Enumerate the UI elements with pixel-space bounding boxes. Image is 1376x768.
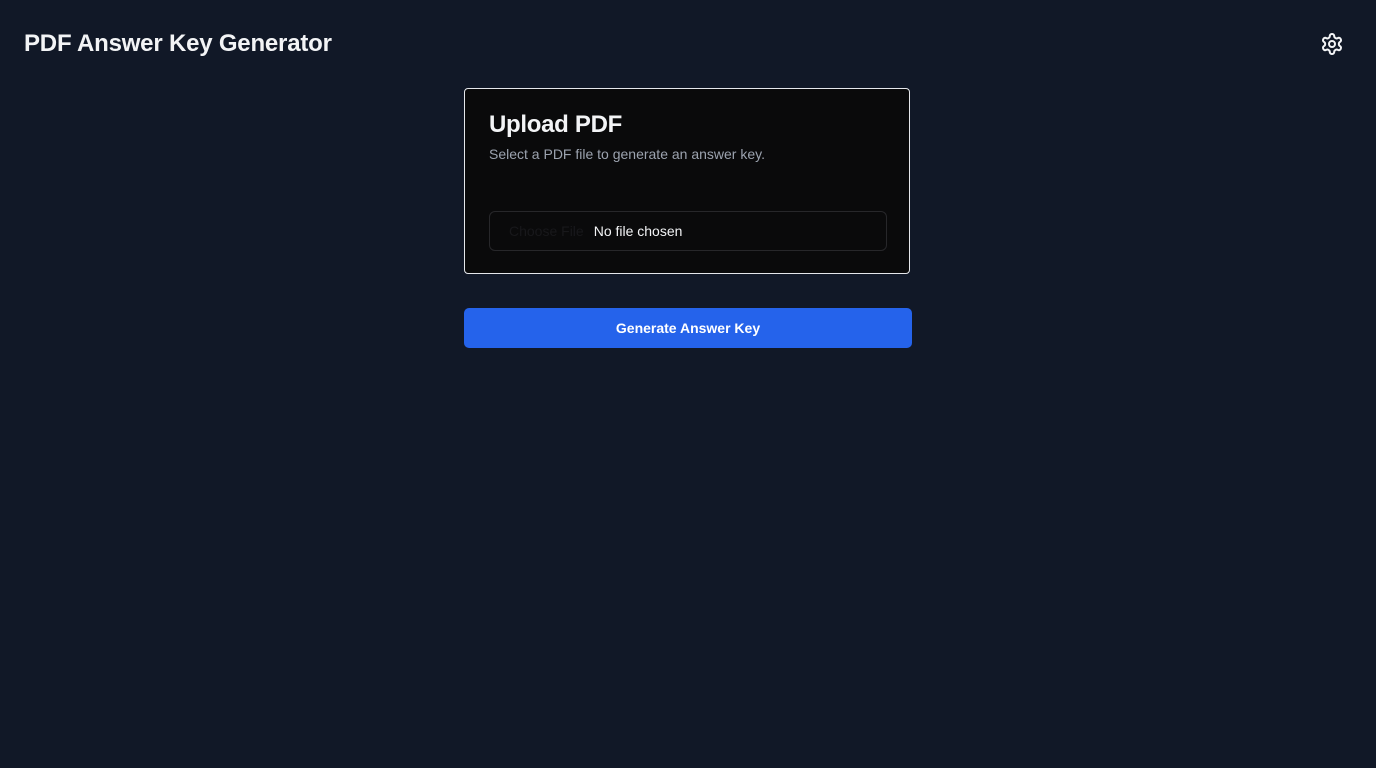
pdf-file-input[interactable]: Choose File No file chosen: [489, 211, 887, 251]
card-description: Select a PDF file to generate an answer …: [489, 146, 765, 162]
settings-button[interactable]: [1318, 30, 1346, 58]
file-status-text: No file chosen: [593, 223, 683, 239]
generate-answer-key-button[interactable]: Generate Answer Key: [464, 308, 912, 348]
app-page: PDF Answer Key Generator Upload PDF Sele…: [0, 0, 1376, 768]
card-title: Upload PDF: [489, 111, 622, 138]
upload-card: Upload PDF Select a PDF file to generate…: [464, 88, 910, 274]
choose-file-button[interactable]: Choose File: [509, 223, 584, 239]
gear-icon: [1320, 32, 1344, 56]
app-title: PDF Answer Key Generator: [24, 30, 332, 57]
